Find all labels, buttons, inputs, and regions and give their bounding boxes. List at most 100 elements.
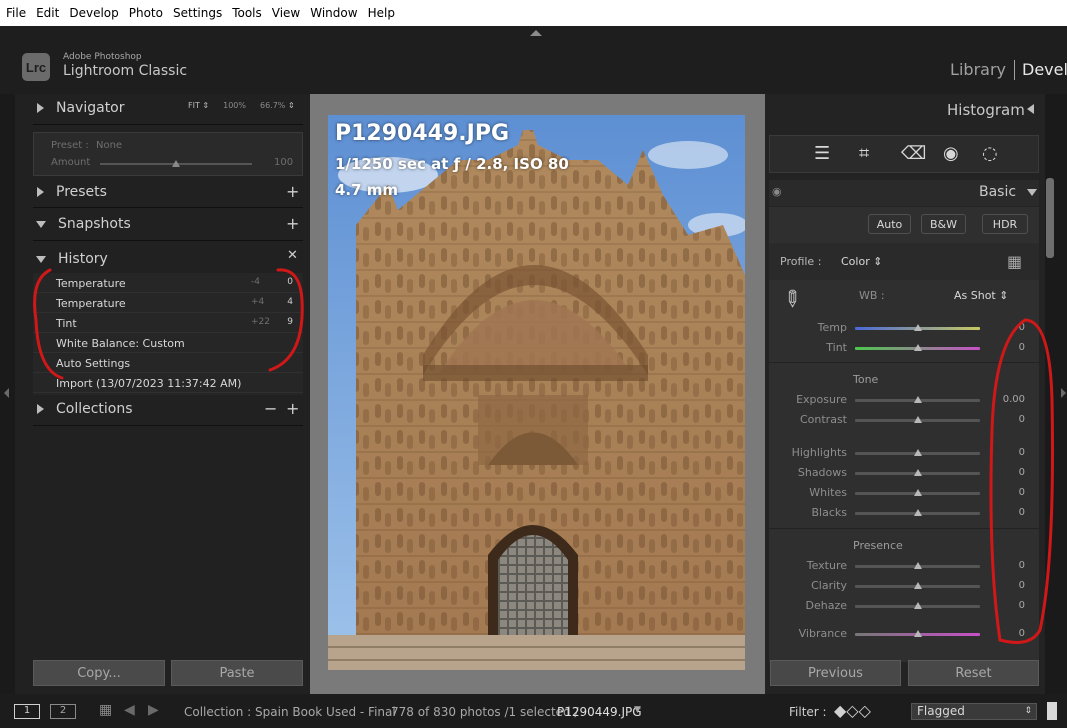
history-header[interactable]: History <box>33 246 303 272</box>
adjust-slider-thumb[interactable] <box>913 344 922 351</box>
presence-heading: Presence <box>853 539 903 552</box>
secondary-window-button[interactable]: 2 <box>50 704 76 719</box>
adjust-value[interactable]: 0.00 <box>990 394 1025 405</box>
zoom-fit[interactable]: FIT ⇕ <box>188 101 209 110</box>
menu-settings[interactable]: Settings <box>169 6 226 20</box>
adjust-slider-thumb[interactable] <box>913 324 922 331</box>
adjust-value[interactable]: 0 <box>990 600 1025 611</box>
photo-count: 778 of 830 photos /1 selected / <box>391 705 579 719</box>
adjust-value[interactable]: 0 <box>990 322 1025 333</box>
adjust-slider-thumb[interactable] <box>913 489 922 496</box>
adjust-slider-thumb[interactable] <box>913 582 922 589</box>
menu-photo[interactable]: Photo <box>125 6 167 20</box>
history-item[interactable]: Temperature +4 4 <box>33 293 303 313</box>
collapse-left-arrow-icon[interactable] <box>4 388 9 398</box>
wb-select[interactable]: As Shot ⇕ <box>954 289 1008 302</box>
history-item[interactable]: Auto Settings <box>33 353 303 373</box>
add-preset-icon[interactable]: + <box>286 182 299 201</box>
profile-select[interactable]: Color ⇕ <box>841 255 882 268</box>
edit-sliders-icon[interactable]: ☰ <box>814 143 830 164</box>
hdr-button[interactable]: HDR <box>982 214 1028 234</box>
reset-button[interactable]: Reset <box>908 660 1039 686</box>
divider <box>33 240 303 241</box>
history-item-value: 0 <box>287 277 293 287</box>
adjust-slider-thumb[interactable] <box>913 630 922 637</box>
forward-arrow-icon[interactable]: ▶ <box>148 702 159 718</box>
flag-filter-icons[interactable]: ◆◇◇ <box>834 701 871 720</box>
menu-view[interactable]: View <box>268 6 304 20</box>
history-item-name: White Balance: Custom <box>56 337 185 350</box>
adjust-value[interactable]: 0 <box>990 560 1025 571</box>
add-snapshot-icon[interactable]: + <box>286 214 299 233</box>
menu-edit[interactable]: Edit <box>32 6 63 20</box>
adjust-value[interactable]: 0 <box>990 580 1025 591</box>
visibility-eye-icon[interactable]: ◉ <box>772 185 782 198</box>
module-develop[interactable]: Develop <box>1022 60 1067 80</box>
adjust-value[interactable]: 0 <box>990 628 1025 639</box>
filter-select[interactable]: Flagged ⇕ <box>911 703 1037 720</box>
zoom-100[interactable]: 100% <box>223 101 246 110</box>
history-item[interactable]: Temperature -4 0 <box>33 273 303 293</box>
collections-header[interactable]: Collections <box>33 396 303 422</box>
back-arrow-icon[interactable]: ◀ <box>124 702 135 718</box>
collapse-top-arrow-icon[interactable] <box>530 30 542 36</box>
history-item[interactable]: Import (13/07/2023 11:37:42 AM) <box>33 373 303 393</box>
menu-window[interactable]: Window <box>306 6 361 20</box>
auto-button[interactable]: Auto <box>868 214 911 234</box>
collapse-right-arrow-icon[interactable] <box>1061 388 1066 398</box>
current-file[interactable]: P1290449.JPG <box>557 705 642 719</box>
add-collection-icon[interactable]: + <box>286 399 299 418</box>
history-item-name: Tint <box>56 317 77 330</box>
identity-bar <box>0 26 1067 94</box>
histogram-expand-icon[interactable] <box>1027 104 1034 114</box>
grid-view-icon[interactable]: ▦ <box>99 702 112 718</box>
amount-slider-thumb[interactable] <box>172 160 180 167</box>
menu-tools[interactable]: Tools <box>228 6 266 20</box>
adjust-slider-thumb[interactable] <box>913 509 922 516</box>
bw-button[interactable]: B&W <box>921 214 966 234</box>
adjust-slider-thumb[interactable] <box>913 562 922 569</box>
menu-develop[interactable]: Develop <box>65 6 122 20</box>
red-eye-icon[interactable]: ◉ <box>943 143 959 164</box>
menu-help[interactable]: Help <box>364 6 399 20</box>
snapshots-header[interactable]: Snapshots <box>33 211 303 237</box>
adjust-slider-thumb[interactable] <box>913 469 922 476</box>
previous-button[interactable]: Previous <box>770 660 901 686</box>
crop-icon[interactable]: ⌗ <box>859 143 869 164</box>
filter-lock-icon[interactable] <box>1047 702 1057 720</box>
history-item-name: Temperature <box>56 297 126 310</box>
history-item[interactable]: Tint +22 9 <box>33 313 303 333</box>
amount-value: 100 <box>274 157 294 168</box>
clear-history-icon[interactable]: ✕ <box>287 248 298 263</box>
main-window-button[interactable]: 1 <box>14 704 40 719</box>
zoom-667[interactable]: 66.7% ⇕ <box>260 101 295 110</box>
presets-header[interactable]: Presets <box>33 179 303 205</box>
collection-source[interactable]: Collection : Spain Book Used - Final <box>184 705 396 719</box>
profile-browser-icon[interactable]: ▦ <box>1007 252 1022 271</box>
navigator-title: Navigator <box>56 100 125 116</box>
remove-collection-icon[interactable]: − <box>264 399 277 418</box>
healing-icon[interactable]: ⌫ <box>901 143 926 164</box>
paste-button[interactable]: Paste <box>171 660 303 686</box>
adjust-value[interactable]: 0 <box>990 414 1025 425</box>
adjust-value[interactable]: 0 <box>990 447 1025 458</box>
module-picker: Library Develop <box>950 60 1067 80</box>
adjust-slider-thumb[interactable] <box>913 416 922 423</box>
adjust-value[interactable]: 0 <box>990 487 1025 498</box>
adjust-slider-thumb[interactable] <box>913 396 922 403</box>
basic-header[interactable]: ◉ Basic <box>769 180 1039 206</box>
history-item[interactable]: White Balance: Custom <box>33 333 303 353</box>
file-menu-arrow-icon[interactable]: ▼ <box>634 705 641 715</box>
copy-button[interactable]: Copy... <box>33 660 165 686</box>
histogram-title[interactable]: Histogram <box>947 101 1025 119</box>
menu-file[interactable]: File <box>2 6 30 20</box>
adjust-value[interactable]: 0 <box>990 342 1025 353</box>
adjust-slider-thumb[interactable] <box>913 449 922 456</box>
adjust-value[interactable]: 0 <box>990 507 1025 518</box>
expand-arrow-icon <box>37 404 44 414</box>
module-library[interactable]: Library <box>950 60 1006 80</box>
adjust-slider-thumb[interactable] <box>913 602 922 609</box>
adjust-value[interactable]: 0 <box>990 467 1025 478</box>
masking-icon[interactable]: ◌ <box>982 143 998 164</box>
right-panel-scrollbar[interactable] <box>1046 178 1054 258</box>
